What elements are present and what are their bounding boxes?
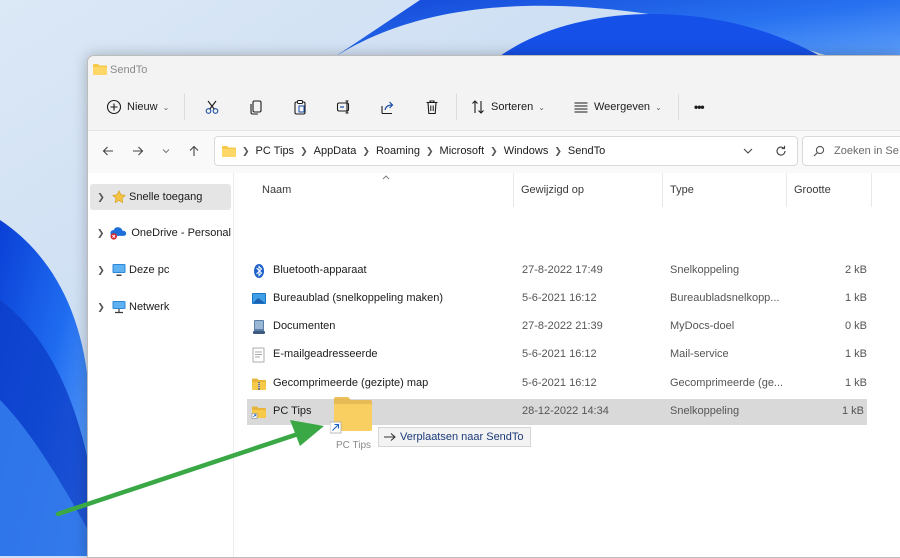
annotation-arrow — [55, 420, 324, 517]
